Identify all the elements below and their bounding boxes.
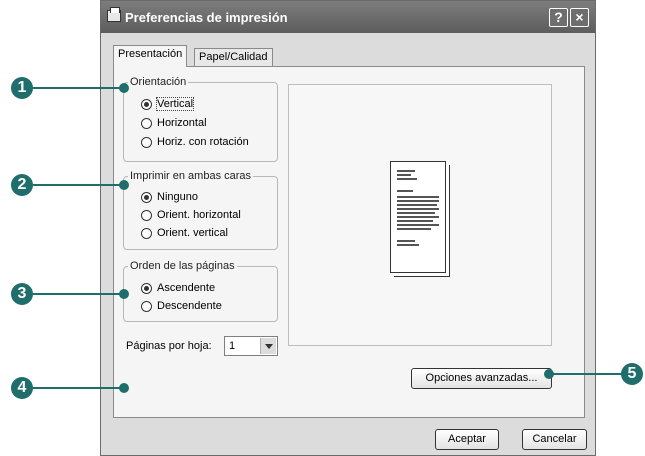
radio-dot xyxy=(141,210,152,221)
radio-dot xyxy=(141,283,152,294)
callout-2: 2 xyxy=(11,174,33,196)
title-bar: Preferencias de impresión ? × xyxy=(101,1,595,33)
print-preferences-dialog: Preferencias de impresión ? × Presentaci… xyxy=(100,0,596,456)
callout-line xyxy=(33,184,123,186)
orientation-legend: Orientación xyxy=(130,76,187,88)
cancel-button[interactable]: Cancelar xyxy=(522,429,587,450)
tab-papel-calidad[interactable]: Papel/Calidad xyxy=(194,48,273,66)
tab-presentacion[interactable]: Presentación xyxy=(113,45,188,67)
radio-vertical-label: Vertical xyxy=(155,97,195,111)
callout-3: 3 xyxy=(11,283,33,305)
window-title: Preferencias de impresión xyxy=(125,10,288,25)
radio-horizontal-label: Horizontal xyxy=(157,117,207,129)
accept-button[interactable]: Aceptar xyxy=(435,429,499,450)
callout-line xyxy=(33,387,123,389)
radio-dot xyxy=(141,192,152,203)
radio-orient-vertical-label: Orient. vertical xyxy=(157,227,228,239)
pages-per-sheet-select[interactable]: 1 xyxy=(224,336,278,356)
page-preview xyxy=(288,84,552,346)
callout-dot xyxy=(119,289,129,299)
chevron-down-icon[interactable] xyxy=(260,338,276,354)
radio-orient-horizontal-label: Orient. horizontal xyxy=(157,209,241,221)
callout-line xyxy=(33,293,123,295)
radio-ninguno-label: Ninguno xyxy=(157,191,198,203)
callout-dot xyxy=(544,369,554,379)
advanced-options-button[interactable]: Opciones avanzadas... xyxy=(411,368,552,389)
radio-descendente-label: Descendente xyxy=(157,300,222,312)
callout-line xyxy=(33,87,123,89)
callout-5: 5 xyxy=(621,363,643,385)
radio-dot xyxy=(141,228,152,239)
page-order-legend: Orden de las páginas xyxy=(130,260,235,272)
page-preview-icon xyxy=(390,161,446,273)
callout-4: 4 xyxy=(11,377,33,399)
callout-1: 1 xyxy=(11,77,33,99)
close-button[interactable]: × xyxy=(570,8,589,27)
radio-dot xyxy=(141,118,152,129)
radio-dot xyxy=(141,137,152,148)
radio-dot xyxy=(141,301,152,312)
radio-horiz-rotation-label: Horiz. con rotación xyxy=(157,136,249,148)
pages-per-sheet-value: 1 xyxy=(229,340,236,352)
callout-dot xyxy=(119,383,129,393)
callout-dot xyxy=(119,83,129,93)
radio-ascendente-label: Ascendente xyxy=(157,282,216,294)
callout-line xyxy=(549,373,622,375)
radio-dot xyxy=(141,99,152,110)
pages-per-sheet-label: Páginas por hoja: xyxy=(126,340,212,352)
callout-dot xyxy=(119,180,129,190)
printer-icon xyxy=(107,7,121,22)
tab-panel: Orientación Vertical Horizontal Horiz. c… xyxy=(113,66,585,418)
duplex-legend: Imprimir en ambas caras xyxy=(130,170,252,182)
help-button[interactable]: ? xyxy=(549,8,568,27)
